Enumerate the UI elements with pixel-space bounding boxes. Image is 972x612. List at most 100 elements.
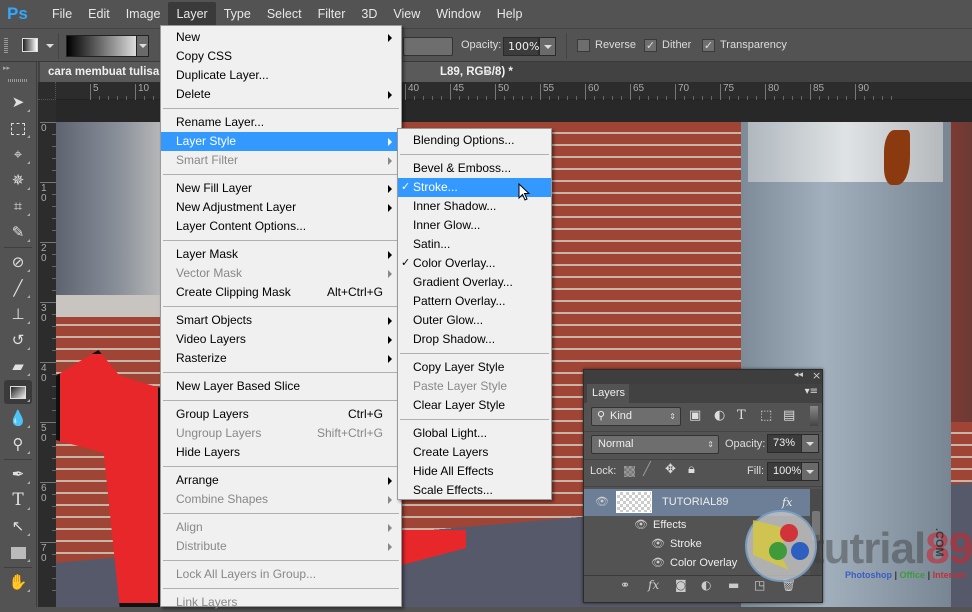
hand-tool-icon[interactable]: ✋ [4, 570, 32, 594]
menu-view[interactable]: View [385, 2, 428, 26]
layer-menu-item-link-layers[interactable]: Link Layers [161, 593, 401, 612]
close-tab-icon[interactable]: × [483, 62, 492, 82]
path-selection-tool-icon[interactable]: ↖ [4, 514, 32, 538]
new-layer-icon[interactable]: ◳ [754, 578, 765, 592]
layer-menu-item-distribute[interactable]: Distribute [161, 537, 401, 556]
lock-position-icon[interactable]: ✥ [665, 462, 676, 477]
visibility-eye-icon[interactable]: 👁︎ [634, 516, 648, 535]
layer-menu-item-ungroup-layers[interactable]: Ungroup Layers Shift+Ctrl+G [161, 424, 401, 443]
delete-layer-icon[interactable]: 🗑︎ [781, 578, 796, 592]
brush-tool-icon[interactable]: ╱ [4, 276, 32, 300]
lock-all-icon[interactable]: 🔒︎ [688, 462, 695, 477]
menu-window[interactable]: Window [428, 2, 488, 26]
layer-menu-item-new-adjustment-layer[interactable]: New Adjustment Layer [161, 198, 401, 217]
menu-help[interactable]: Help [489, 2, 531, 26]
blend-mode-select[interactable]: Normal ⇕ [591, 435, 719, 454]
layer-menu-item-arrange[interactable]: Arrange [161, 471, 401, 490]
expand-panel-icon[interactable]: ▸▸ [3, 64, 10, 72]
layer-style-menu-item-global-light[interactable]: Global Light... [398, 424, 551, 443]
gradient-tool-icon[interactable] [4, 380, 32, 404]
opacity-dropdown-button[interactable] [539, 37, 556, 56]
new-adjustment-layer-icon[interactable]: ◐ [701, 578, 711, 592]
layer-menu-item-video-layers[interactable]: Video Layers [161, 330, 401, 349]
layer-menu-item-rasterize[interactable]: Rasterize [161, 349, 401, 368]
add-mask-icon[interactable]: ◙ [675, 578, 687, 592]
effect-row-stroke[interactable]: 👁︎ Stroke [584, 535, 810, 554]
lasso-tool-icon[interactable]: ⌖ [4, 142, 32, 166]
layer-opacity-dropdown[interactable] [801, 434, 819, 453]
lock-image-pixels-icon[interactable]: ╱ [643, 462, 651, 477]
layer-style-menu-item-blending-options[interactable]: Blending Options... [398, 131, 551, 150]
preset-dropdown-icon[interactable] [46, 44, 54, 48]
layer-style-menu-item-gradient-overlay[interactable]: Gradient Overlay... [398, 273, 551, 292]
pixel-layer-filter-icon[interactable]: ▣ [689, 408, 701, 423]
menu-edit[interactable]: Edit [80, 2, 118, 26]
menu-select[interactable]: Select [259, 2, 310, 26]
filter-kind-select[interactable]: ⚲ Kind ⇕ [591, 407, 681, 426]
layer-style-menu-item-pattern-overlay[interactable]: Pattern Overlay... [398, 292, 551, 311]
gradient-dropdown-button[interactable] [136, 35, 149, 57]
marquee-tool-icon[interactable] [4, 116, 32, 140]
transparency-checkbox[interactable]: ✓ [702, 39, 715, 52]
scrollbar-thumb[interactable] [812, 511, 820, 541]
layer-menu-item-hide-layers[interactable]: Hide Layers [161, 443, 401, 462]
layer-opacity-input[interactable]: 73% [767, 434, 802, 453]
layers-panel-header[interactable]: ◂◂ × [584, 369, 822, 384]
layer-menu-item-vector-mask[interactable]: Vector Mask [161, 264, 401, 283]
menu-filter[interactable]: Filter [310, 2, 354, 26]
layer-menu-item-delete[interactable]: Delete [161, 85, 401, 104]
blend-mode-select[interactable] [403, 37, 453, 56]
menu-layer[interactable]: Layer [168, 2, 216, 26]
layer-style-menu-item-create-layers[interactable]: Create Layers [398, 443, 551, 462]
layer-name[interactable]: TUTORIAL89 [662, 493, 728, 512]
layer-menu-item-lock-all-layers-in-group[interactable]: Lock All Layers in Group... [161, 565, 401, 584]
smart-object-filter-icon[interactable]: ▤ [783, 408, 795, 423]
layer-effects-fx-icon[interactable]: fx [782, 493, 792, 512]
history-brush-tool-icon[interactable]: ↺ [4, 328, 32, 352]
layer-style-menu-item-scale-effects[interactable]: Scale Effects... [398, 481, 551, 500]
gradient-tool-preset-icon[interactable] [22, 38, 38, 52]
layer-style-menu-item-outer-glow[interactable]: Outer Glow... [398, 311, 551, 330]
pen-tool-icon[interactable]: ✒ [4, 462, 32, 486]
layer-menu-item-smart-objects[interactable]: Smart Objects [161, 311, 401, 330]
new-group-icon[interactable]: ▬ [728, 578, 739, 592]
layer-row-tutorial89[interactable]: 👁︎ TUTORIAL89 fx [584, 489, 810, 516]
effect-row-color-overlay[interactable]: 👁︎ Color Overlay [584, 554, 810, 573]
panel-menu-icon[interactable]: ▾≡ [805, 386, 818, 397]
magic-wand-tool-icon[interactable]: ✵ [4, 168, 32, 192]
visibility-eye-icon[interactable]: 👁︎ [595, 493, 609, 512]
layer-style-menu-item-drop-shadow[interactable]: Drop Shadow... [398, 330, 551, 349]
layers-scrollbar[interactable] [810, 489, 822, 575]
layer-menu-item-layer-style[interactable]: Layer Style [161, 132, 401, 151]
layer-menu-item-duplicate-layer[interactable]: Duplicate Layer... [161, 66, 401, 85]
layer-menu-item-align[interactable]: Align [161, 518, 401, 537]
filter-toggle-switch[interactable] [810, 406, 818, 426]
layer-menu-item-layer-content-options[interactable]: Layer Content Options... [161, 217, 401, 236]
layer-menu-item-group-layers[interactable]: Group Layers Ctrl+G [161, 405, 401, 424]
link-layers-icon[interactable]: ⚭ [620, 578, 630, 592]
type-tool-icon[interactable]: T [4, 488, 32, 512]
dodge-tool-icon[interactable]: ⚲ [4, 432, 32, 456]
menu-image[interactable]: Image [118, 2, 169, 26]
layer-style-menu-item-hide-all-effects[interactable]: Hide All Effects [398, 462, 551, 481]
crop-tool-icon[interactable]: ⌗ [4, 194, 32, 218]
panel-grip[interactable] [8, 79, 28, 82]
type-layer-filter-icon[interactable]: T [737, 408, 746, 423]
eraser-tool-icon[interactable]: ▰ [4, 354, 32, 378]
layer-fill-input[interactable]: 100% [767, 462, 802, 481]
layer-effects-row[interactable]: 👁︎ Effects [584, 516, 810, 535]
collapse-panel-icon[interactable]: ◂◂ [794, 370, 803, 380]
layer-menu-item-new[interactable]: New [161, 28, 401, 47]
layer-style-menu-item-color-overlay[interactable]: ✓ Color Overlay... [398, 254, 551, 273]
layer-menu-item-create-clipping-mask[interactable]: Create Clipping Mask Alt+Ctrl+G [161, 283, 401, 302]
options-grip[interactable] [4, 38, 8, 54]
layer-menu-item-smart-filter[interactable]: Smart Filter [161, 151, 401, 170]
layer-menu-item-copy-css[interactable]: Copy CSS [161, 47, 401, 66]
healing-brush-tool-icon[interactable]: ⊘ [4, 250, 32, 274]
layer-menu-item-layer-mask[interactable]: Layer Mask [161, 245, 401, 264]
visibility-eye-icon[interactable]: 👁︎ [651, 535, 665, 554]
visibility-eye-icon[interactable]: 👁︎ [651, 554, 665, 573]
move-tool-icon[interactable]: ➤ [4, 90, 32, 114]
layer-style-menu-item-bevel-emboss[interactable]: Bevel & Emboss... [398, 159, 551, 178]
dither-checkbox[interactable]: ✓ [644, 39, 657, 52]
